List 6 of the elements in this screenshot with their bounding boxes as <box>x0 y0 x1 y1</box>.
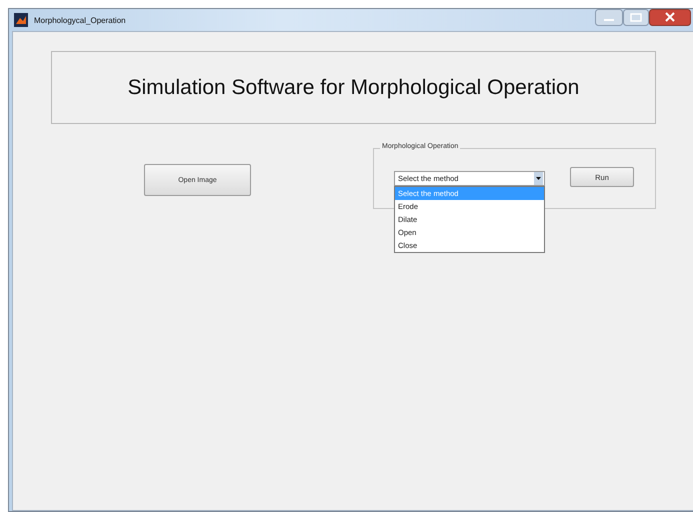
heading: Simulation Software for Morphological Operation <box>128 76 580 100</box>
maximize-icon[interactable] <box>623 9 649 26</box>
app-icon <box>14 13 28 27</box>
close-icon[interactable] <box>649 9 691 26</box>
minimize-icon[interactable] <box>595 9 623 26</box>
window-title: Morphologycal_Operation <box>34 16 126 24</box>
